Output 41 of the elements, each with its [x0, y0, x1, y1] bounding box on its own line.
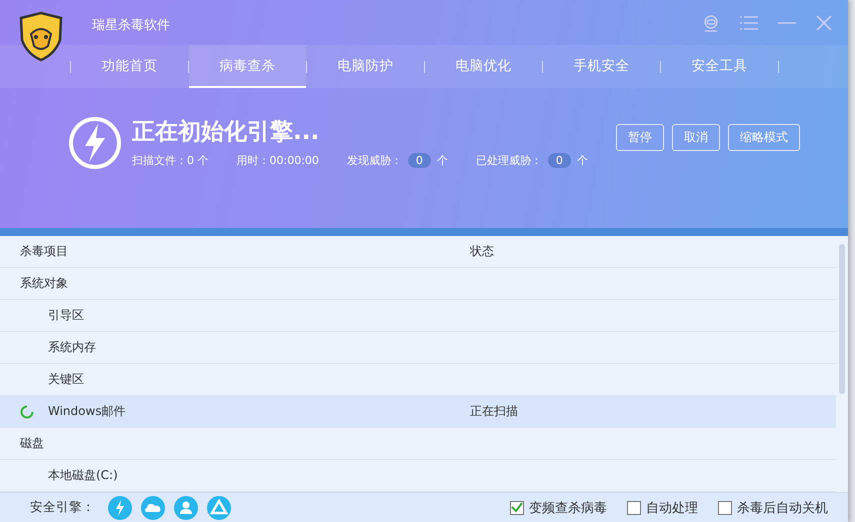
scan-item-row[interactable]: 系统对象 — [0, 268, 836, 300]
threats-count: 0 — [408, 153, 431, 168]
threats-unit: 个 — [436, 153, 448, 168]
user-icon[interactable] — [174, 496, 198, 520]
minimize-icon[interactable] — [778, 20, 796, 24]
scan-item-name: 磁盘 — [20, 435, 44, 452]
column-header: 状态 — [470, 243, 494, 260]
scan-status-title: 正在初始化引擎... — [132, 118, 320, 147]
scan-item-name: 关键区 — [48, 371, 84, 388]
handled-unit: 个 — [576, 153, 588, 168]
handled-count: 0 — [548, 153, 571, 168]
checkbox[interactable] — [718, 500, 732, 514]
spinner-icon — [20, 404, 34, 418]
menu-icon[interactable] — [740, 16, 758, 30]
scan-item-row[interactable]: 磁盘 — [0, 428, 836, 460]
threats-label: 发现威胁： — [346, 153, 402, 168]
scan-item-row[interactable]: Windows邮件 正在扫描 — [0, 396, 836, 428]
scrollbar-thumb[interactable] — [839, 244, 845, 394]
option-checkbox[interactable]: 自动处理 — [627, 498, 698, 516]
scan-item-row[interactable]: 引导区 — [0, 300, 836, 332]
scan-item-name: 本地磁盘(C:) — [48, 467, 118, 484]
scanned-files-text: 扫描文件：0 个 — [132, 153, 208, 168]
scan-item-name: 引导区 — [48, 307, 84, 324]
lightning-icon[interactable] — [108, 496, 132, 520]
close-icon[interactable] — [816, 14, 832, 30]
checkbox[interactable] — [510, 500, 524, 514]
scan-item-name: Windows邮件 — [48, 403, 126, 420]
lightning-circle-icon — [68, 116, 122, 170]
checkbox[interactable] — [627, 500, 641, 514]
handled-label: 已处理威胁： — [476, 153, 542, 168]
scan-item-status: 正在扫描 — [470, 403, 518, 420]
option-checkbox[interactable]: 杀毒后自动关机 — [718, 498, 828, 516]
cloud-icon[interactable] — [141, 496, 165, 520]
column-header: 杀毒项目 — [20, 243, 68, 260]
elapsed-time-text: 用时：00:00:00 — [236, 153, 319, 168]
scan-item-name: 系统内存 — [48, 339, 96, 356]
option-checkbox[interactable]: 变频查杀病毒 — [510, 498, 607, 516]
engines-label: 安全引擎： — [30, 499, 95, 516]
window-title: 瑞星杀毒软件 — [92, 16, 170, 34]
scan-item-row[interactable]: 系统内存 — [0, 332, 836, 364]
scan-item-name: 系统对象 — [20, 275, 68, 292]
